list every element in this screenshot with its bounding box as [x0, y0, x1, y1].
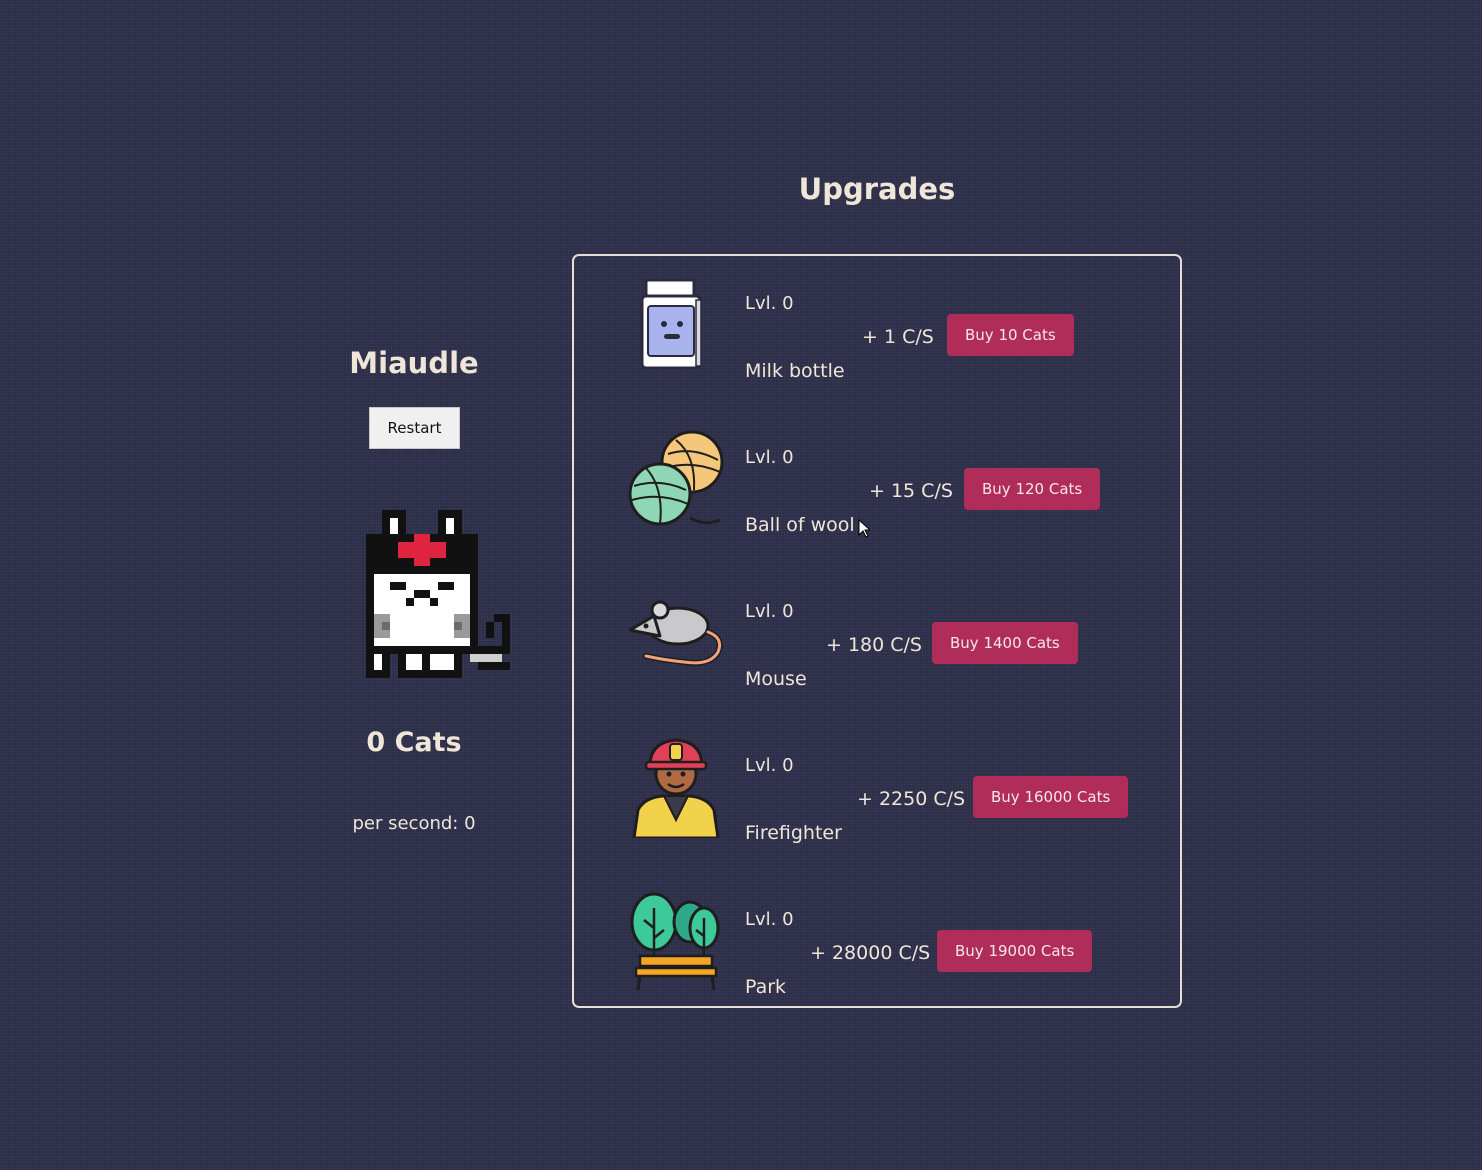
buy-ball-of-wool-button[interactable]: Buy 120 Cats — [964, 468, 1101, 510]
upgrade-row-park: Lvl. 0 Park + 28000 C/S Buy 19000 Cats — [574, 884, 1180, 1004]
game-title: Miaudle — [349, 346, 479, 380]
per-second-rate: per second: 0 — [352, 813, 476, 834]
upgrade-rate: + 2250 C/S — [857, 788, 966, 810]
upgrade-name: Milk bottle — [745, 360, 845, 382]
mouse-pointer-icon — [858, 519, 870, 538]
buy-milk-bottle-button[interactable]: Buy 10 Cats — [947, 314, 1074, 356]
upgrades-title: Upgrades — [798, 172, 956, 206]
upgrade-row-milk-bottle: Lvl. 0 Milk bottle + 1 C/S Buy 10 Cats — [574, 268, 1180, 388]
upgrade-rate: + 15 C/S — [869, 480, 953, 502]
buy-park-button[interactable]: Buy 19000 Cats — [937, 930, 1093, 972]
upgrade-level: Lvl. 0 — [745, 447, 794, 468]
upgrades-panel: Lvl. 0 Milk bottle + 1 C/S Buy 10 Cats L… — [572, 254, 1182, 1008]
upgrade-name: Ball of wool — [745, 514, 855, 536]
cat-count: 0 Cats — [366, 727, 462, 758]
buy-firefighter-button[interactable]: Buy 16000 Cats — [973, 776, 1129, 818]
upgrade-level: Lvl. 0 — [745, 909, 794, 930]
milk-bottle-icon — [640, 278, 702, 370]
upgrade-name: Park — [745, 976, 787, 998]
upgrade-level: Lvl. 0 — [745, 293, 794, 314]
upgrade-level: Lvl. 0 — [745, 755, 794, 776]
upgrade-rate: + 28000 C/S — [810, 942, 931, 964]
upgrade-row-mouse: Lvl. 0 Mouse + 180 C/S Buy 1400 Cats — [574, 576, 1180, 696]
upgrade-name: Mouse — [745, 668, 807, 690]
firefighter-icon — [632, 738, 720, 838]
upgrade-rate: + 180 C/S — [826, 634, 922, 656]
upgrade-row-ball-of-wool: Lvl. 0 Ball of wool + 15 C/S Buy 120 Cat… — [574, 422, 1180, 542]
upgrade-rate: + 1 C/S — [862, 326, 934, 348]
upgrade-row-firefighter: Lvl. 0 Firefighter + 2250 C/S Buy 16000 … — [574, 730, 1180, 850]
mouse-icon — [628, 600, 723, 666]
ball-of-wool-icon — [628, 430, 724, 526]
upgrade-name: Firefighter — [745, 822, 842, 844]
restart-button[interactable]: Restart — [369, 407, 460, 449]
pixel-cat-clicker[interactable] — [358, 510, 518, 678]
park-icon — [630, 892, 720, 991]
buy-mouse-button[interactable]: Buy 1400 Cats — [932, 622, 1078, 664]
upgrade-level: Lvl. 0 — [745, 601, 794, 622]
